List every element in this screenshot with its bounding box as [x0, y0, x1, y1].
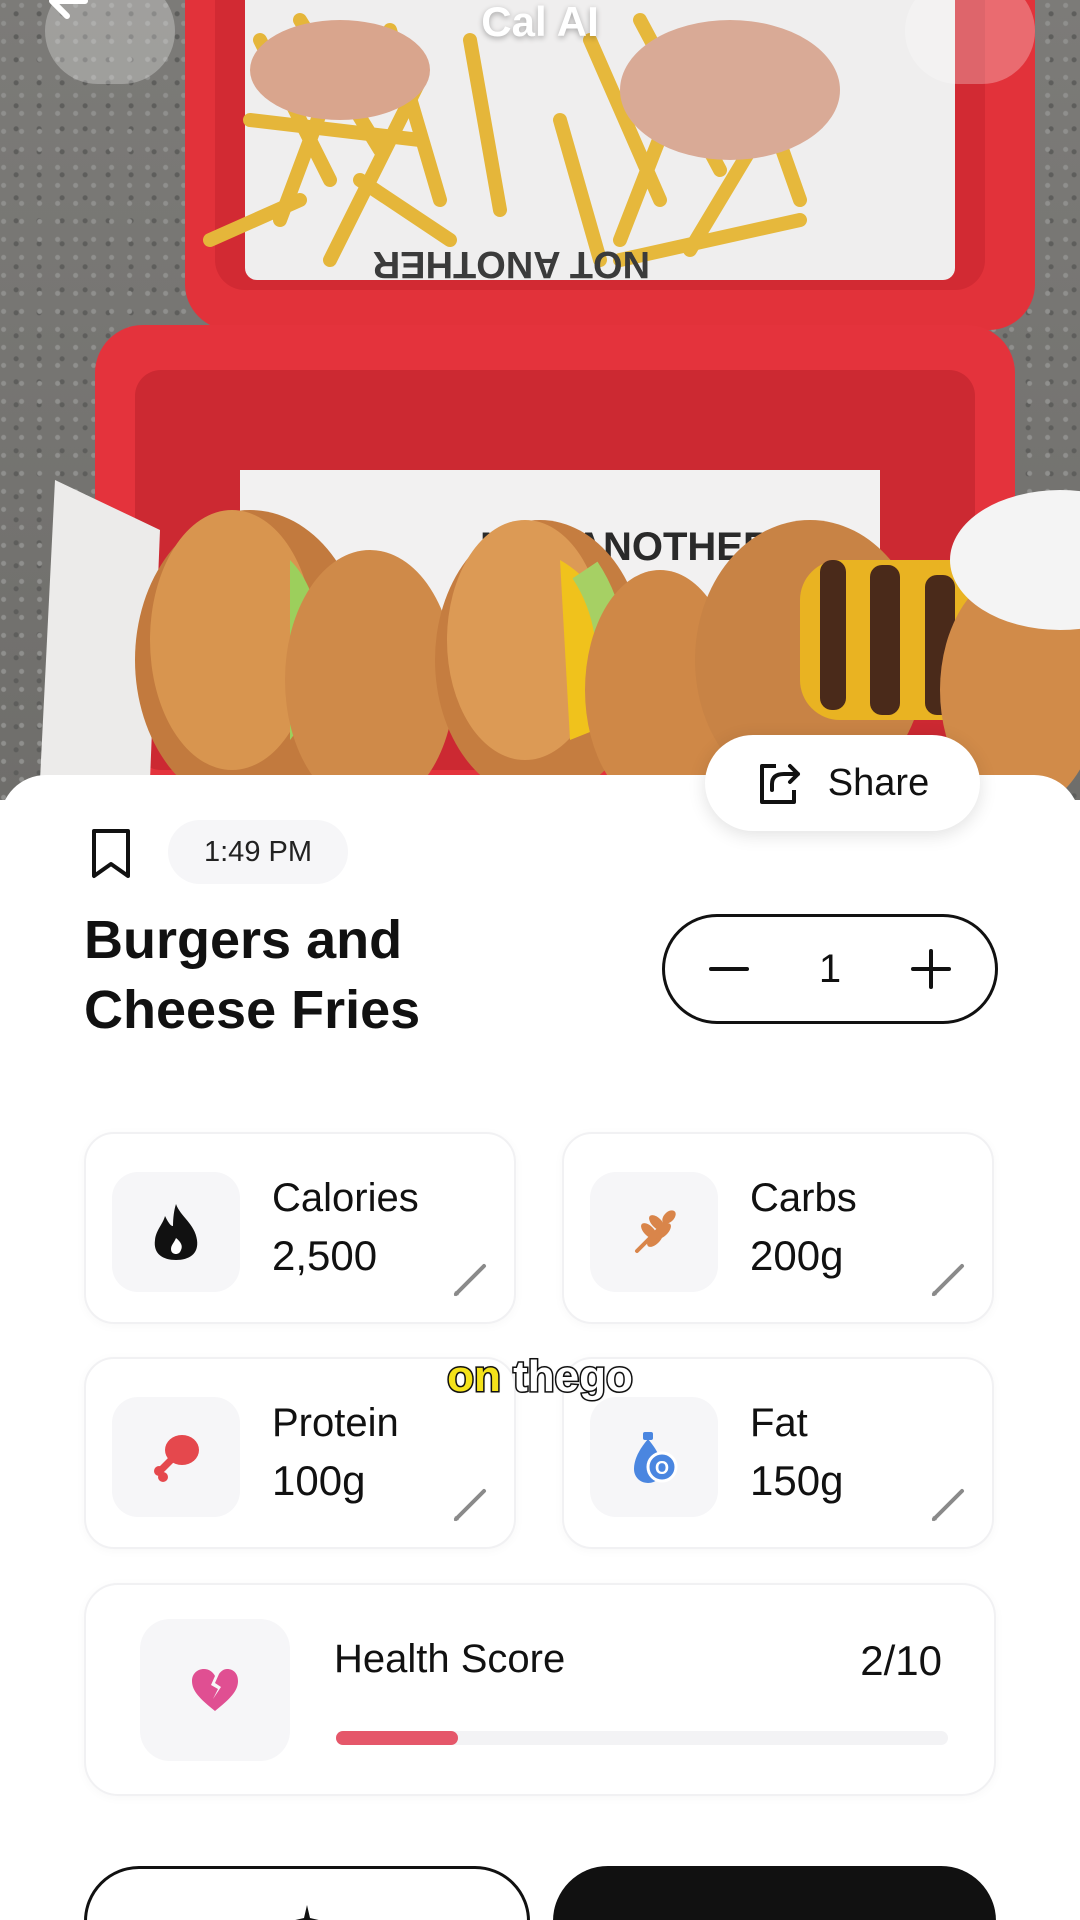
carbs-icon-box: [590, 1172, 718, 1292]
calories-icon-box: [112, 1172, 240, 1292]
protein-value: 100g: [272, 1457, 366, 1504]
minus-icon: [709, 967, 749, 971]
health-score-bar-fill: [336, 1731, 459, 1745]
caption-word: go: [578, 1351, 635, 1403]
health-score-card[interactable]: Health Score 2/10: [84, 1583, 996, 1796]
drumstick-icon: [154, 1435, 199, 1482]
carbs-label: Carbs: [750, 1176, 857, 1220]
pencil-icon[interactable]: [450, 1485, 490, 1525]
health-icon-box: [140, 1619, 290, 1761]
food-photo-illustration: NOT ANOTHER NOT ANOTHER: [40, 0, 1080, 800]
wheat-icon: [635, 1210, 676, 1253]
video-caption: on thego: [0, 1351, 1080, 1403]
fat-value: 150g: [750, 1457, 844, 1504]
pencil-icon[interactable]: [450, 1260, 490, 1300]
oil-drop-icon: O: [634, 1432, 678, 1483]
done-button[interactable]: [553, 1866, 996, 1920]
more-button[interactable]: [905, 0, 1035, 84]
pencil-icon[interactable]: [928, 1485, 968, 1525]
increment-button[interactable]: [911, 949, 951, 989]
protein-label: Protein: [272, 1401, 399, 1445]
caption-word-highlight: on: [446, 1351, 503, 1403]
fix-results-button[interactable]: [84, 1866, 530, 1920]
decrement-button[interactable]: [709, 949, 749, 989]
quantity-stepper: 1: [662, 914, 998, 1024]
quantity-value: 1: [818, 946, 842, 991]
flame-icon: [154, 1204, 198, 1260]
carbs-value: 200g: [750, 1232, 844, 1279]
meal-title: Burgers and Cheese Fries: [84, 910, 421, 1040]
meal-time: 1:49 PM: [168, 820, 348, 884]
health-score-bar: [336, 1731, 948, 1745]
health-score-value: 2/10: [860, 1637, 942, 1684]
calories-label: Calories: [272, 1176, 419, 1220]
protein-icon-box: [112, 1397, 240, 1517]
pencil-icon[interactable]: [928, 1260, 968, 1300]
calories-value: 2,500: [272, 1232, 378, 1279]
calories-tile[interactable]: Calories 2,500: [84, 1132, 516, 1324]
share-icon: [759, 764, 800, 804]
caption-word: the: [512, 1351, 581, 1403]
carbs-tile[interactable]: Carbs 200g: [562, 1132, 994, 1324]
health-score-label: Health Score: [334, 1637, 566, 1681]
svg-text:O: O: [655, 1458, 669, 1478]
broken-heart-icon: [192, 1669, 238, 1711]
food-photo: NOT ANOTHER NOT ANOTHER Cal AI: [0, 0, 1080, 800]
fat-icon-box: O: [590, 1397, 718, 1517]
bookmark-icon[interactable]: [90, 828, 132, 880]
plus-icon: [911, 949, 951, 989]
svg-text:NOT ANOTHER: NOT ANOTHER: [373, 243, 650, 285]
share-button[interactable]: Share: [705, 735, 980, 831]
sparkle-icon: [295, 1905, 319, 1920]
fat-label: Fat: [750, 1401, 808, 1445]
share-label: Share: [827, 761, 930, 804]
